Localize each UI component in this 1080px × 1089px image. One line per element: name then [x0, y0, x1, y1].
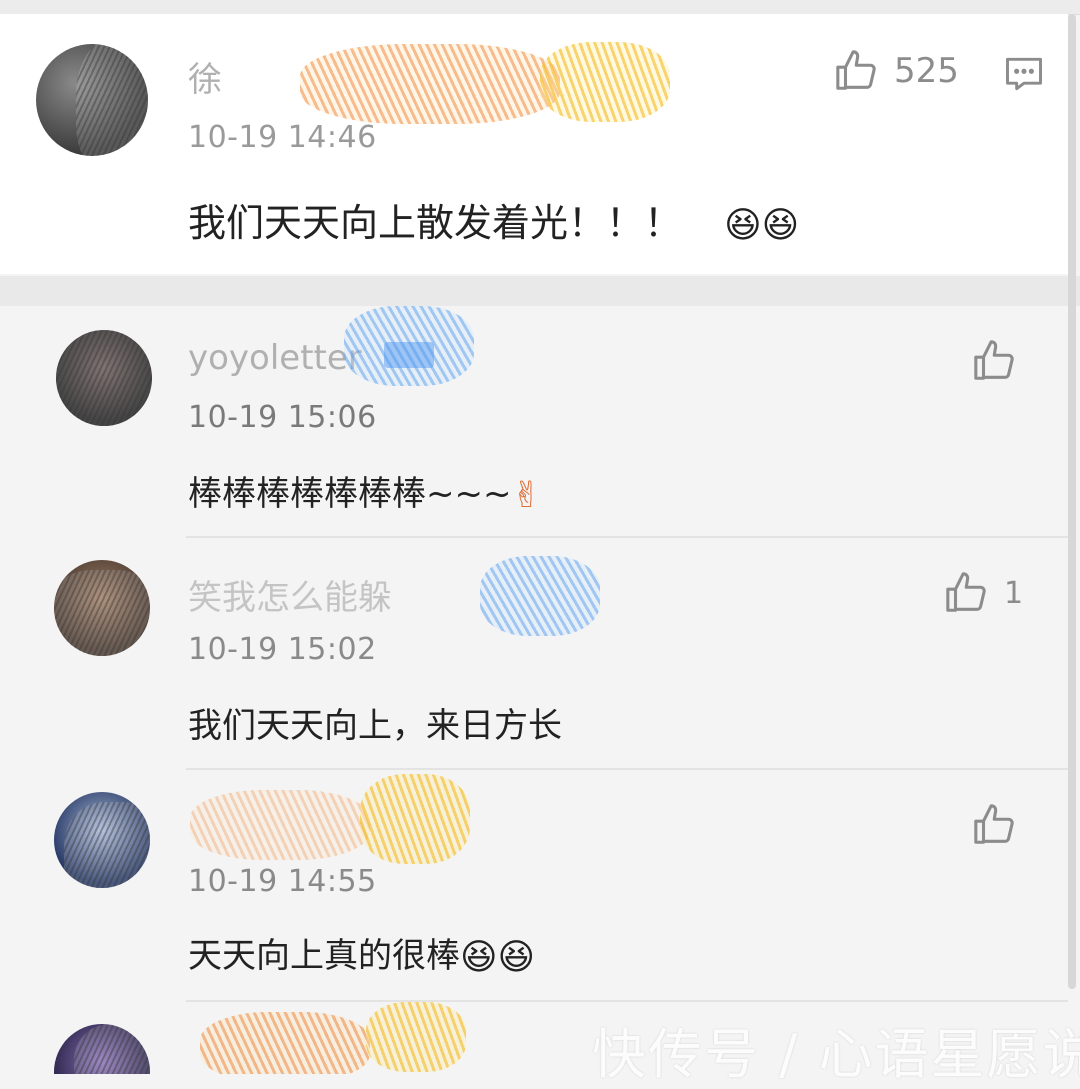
avatar-blur-scribble — [64, 802, 150, 888]
username-redaction-scribble — [480, 556, 600, 636]
like-button[interactable]: 525 — [834, 48, 959, 94]
list-item: yoyoletter 10-19 15:06 棒棒棒棒棒棒棒~~~✌ — [0, 306, 1068, 536]
section-separator — [0, 276, 1080, 306]
comment-text-body: 天天向上真的很棒 — [188, 936, 460, 976]
like-button[interactable] — [972, 802, 1018, 848]
username-redaction-scribble — [200, 1012, 370, 1074]
avatar-blur-scribble — [74, 1024, 150, 1074]
avatar[interactable] — [54, 560, 150, 656]
top-separator — [0, 0, 1080, 15]
thumbs-up-icon — [836, 50, 876, 90]
victory-hand-emoji: ✌ — [511, 475, 542, 516]
watermark: 快传号 / 心语星愿说 — [592, 1023, 1080, 1086]
laughing-emoji: 😆😆 — [460, 937, 536, 978]
thumbs-up-icon — [946, 572, 986, 612]
list-item: 10-19 14:55 天天向上真的很棒😆😆 — [0, 770, 1068, 1000]
list-item: 笑我怎么能躲 10-19 15:02 我们天天向上，来日方长 1 — [0, 538, 1068, 768]
comment-text-body: 棒棒棒棒棒棒棒~~~ — [188, 474, 512, 514]
comment-text-body: 我们天天向上散发着光！！！ — [188, 201, 683, 245]
laughing-emoji: 😆😆 — [724, 205, 800, 246]
like-button[interactable]: 1 — [944, 570, 1023, 616]
avatar[interactable] — [36, 44, 148, 156]
scrollbar[interactable] — [1068, 14, 1076, 989]
username-redaction-scribble — [190, 790, 370, 860]
comment-text-body: 我们天天向上，来日方长 — [188, 706, 562, 746]
comment-text: 天天向上真的很棒😆😆 — [188, 928, 535, 978]
thumbs-up-icon — [974, 340, 1014, 380]
username[interactable]: yoyoletter — [188, 338, 362, 378]
like-button[interactable] — [972, 338, 1018, 384]
username-redaction-scribble — [540, 42, 670, 122]
comment-text: 棒棒棒棒棒棒棒~~~✌ — [188, 466, 542, 516]
timestamp: 10-19 14:46 — [188, 120, 377, 155]
avatar[interactable] — [54, 792, 150, 888]
avatar[interactable] — [54, 1024, 150, 1074]
avatar-blur-scribble — [56, 330, 152, 426]
comment-text: 我们天天向上，来日方长 — [188, 698, 562, 747]
like-count: 1 — [1004, 575, 1024, 611]
avatar-blur-scribble — [54, 570, 150, 656]
timestamp: 10-19 14:55 — [188, 864, 377, 899]
timestamp: 10-19 15:06 — [188, 400, 377, 435]
comment-reply-icon[interactable] — [1002, 52, 1046, 96]
comment-text: 我们天天向上散发着光！！！ 😆😆 — [188, 192, 799, 247]
username[interactable]: 笑我怎么能躲 — [188, 570, 392, 619]
username-redaction-scribble — [360, 774, 470, 864]
username-redaction-scribble — [300, 44, 560, 124]
timestamp: 10-19 15:02 — [188, 632, 377, 667]
main-comment-card: 徐 10-19 14:46 我们天天向上散发着光！！！ 😆😆 525 — [0, 14, 1068, 274]
username[interactable]: 徐 — [188, 52, 222, 101]
avatar-blur-scribble — [76, 44, 148, 156]
like-count: 525 — [894, 51, 959, 91]
username-redaction-scribble — [366, 1002, 466, 1072]
avatar[interactable] — [56, 330, 152, 426]
username-redaction-scribble — [344, 306, 474, 386]
thumbs-up-icon — [974, 804, 1014, 844]
